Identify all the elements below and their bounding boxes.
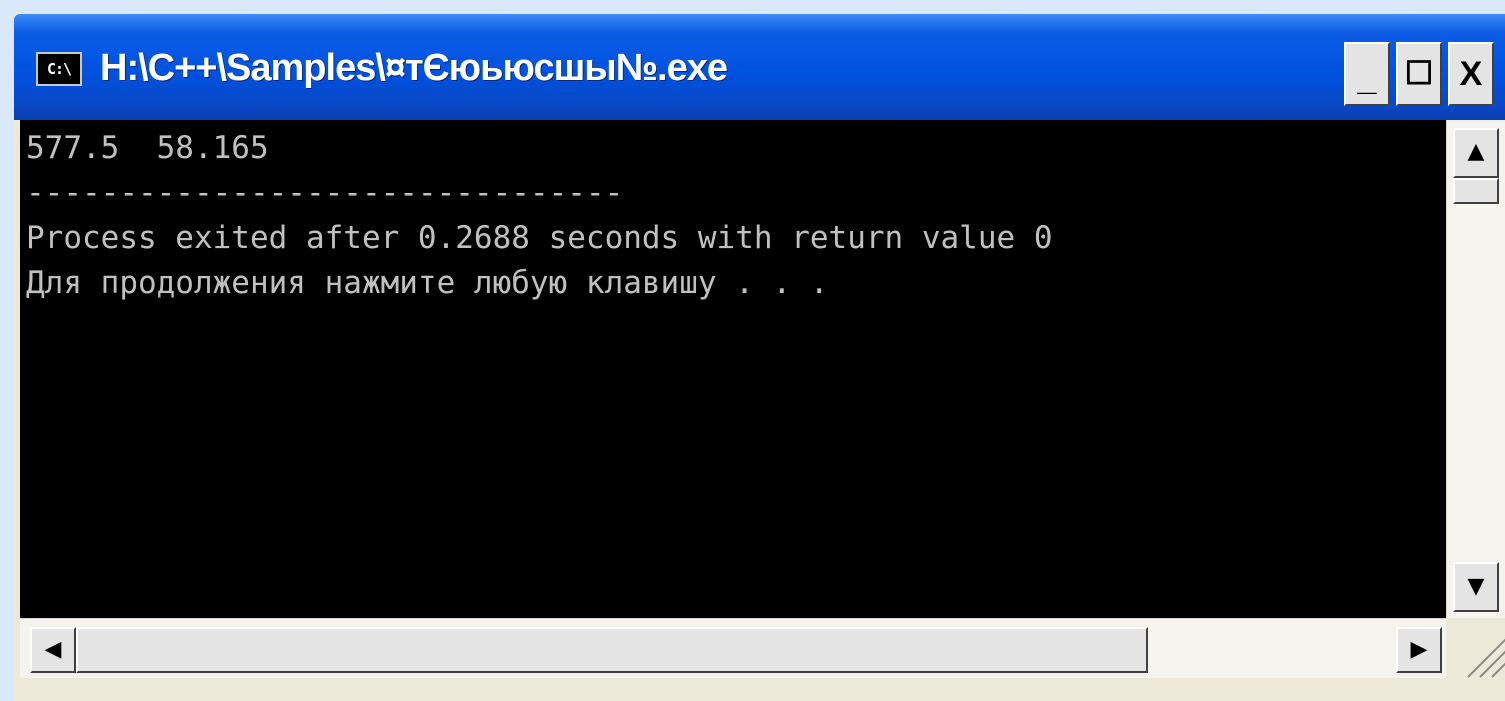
console-output[interactable]: 577.5 58.165 ---------------------------… <box>20 120 1446 618</box>
scroll-down-button[interactable]: ▼ <box>1453 562 1499 612</box>
console-window: C:\ H:\C++\Samples\¤тЄюьюсшы№.exe _ ☐ X … <box>14 14 1505 701</box>
horizontal-scroll-thumb[interactable] <box>76 627 1148 673</box>
minimize-button[interactable]: _ <box>1344 42 1390 106</box>
vertical-scrollbar[interactable]: ▲ ▼ <box>1446 120 1505 618</box>
resize-grip[interactable] <box>1446 618 1505 678</box>
console-line-exit-status: Process exited after 0.2688 seconds with… <box>26 220 1053 256</box>
console-line-press-key: Для продолжения нажмите любую клавишу . … <box>26 265 829 301</box>
arrow-up-icon: ▲ <box>1467 139 1485 164</box>
arrow-down-icon: ▼ <box>1467 574 1485 599</box>
console-line-result: 577.5 58.165 <box>26 130 269 166</box>
arrow-left-icon: ◀ <box>44 637 62 662</box>
console-line-separator: -------------------------------- <box>26 175 624 211</box>
scroll-left-button[interactable]: ◀ <box>30 627 76 673</box>
close-button[interactable]: X <box>1448 42 1494 106</box>
horizontal-scrollbar[interactable]: ◀ ▶ <box>20 618 1446 678</box>
console-app-icon[interactable]: C:\ <box>36 52 82 86</box>
arrow-right-icon: ▶ <box>1410 637 1428 662</box>
scroll-right-button[interactable]: ▶ <box>1396 627 1442 673</box>
scroll-up-button[interactable]: ▲ <box>1453 128 1499 178</box>
title-bar[interactable]: C:\ H:\C++\Samples\¤тЄюьюсшы№.exe _ ☐ X <box>14 14 1505 120</box>
vertical-scroll-thumb[interactable] <box>1453 178 1499 204</box>
window-title: H:\C++\Samples\¤тЄюьюсшы№.exe <box>100 47 728 89</box>
maximize-button[interactable]: ☐ <box>1396 42 1442 106</box>
